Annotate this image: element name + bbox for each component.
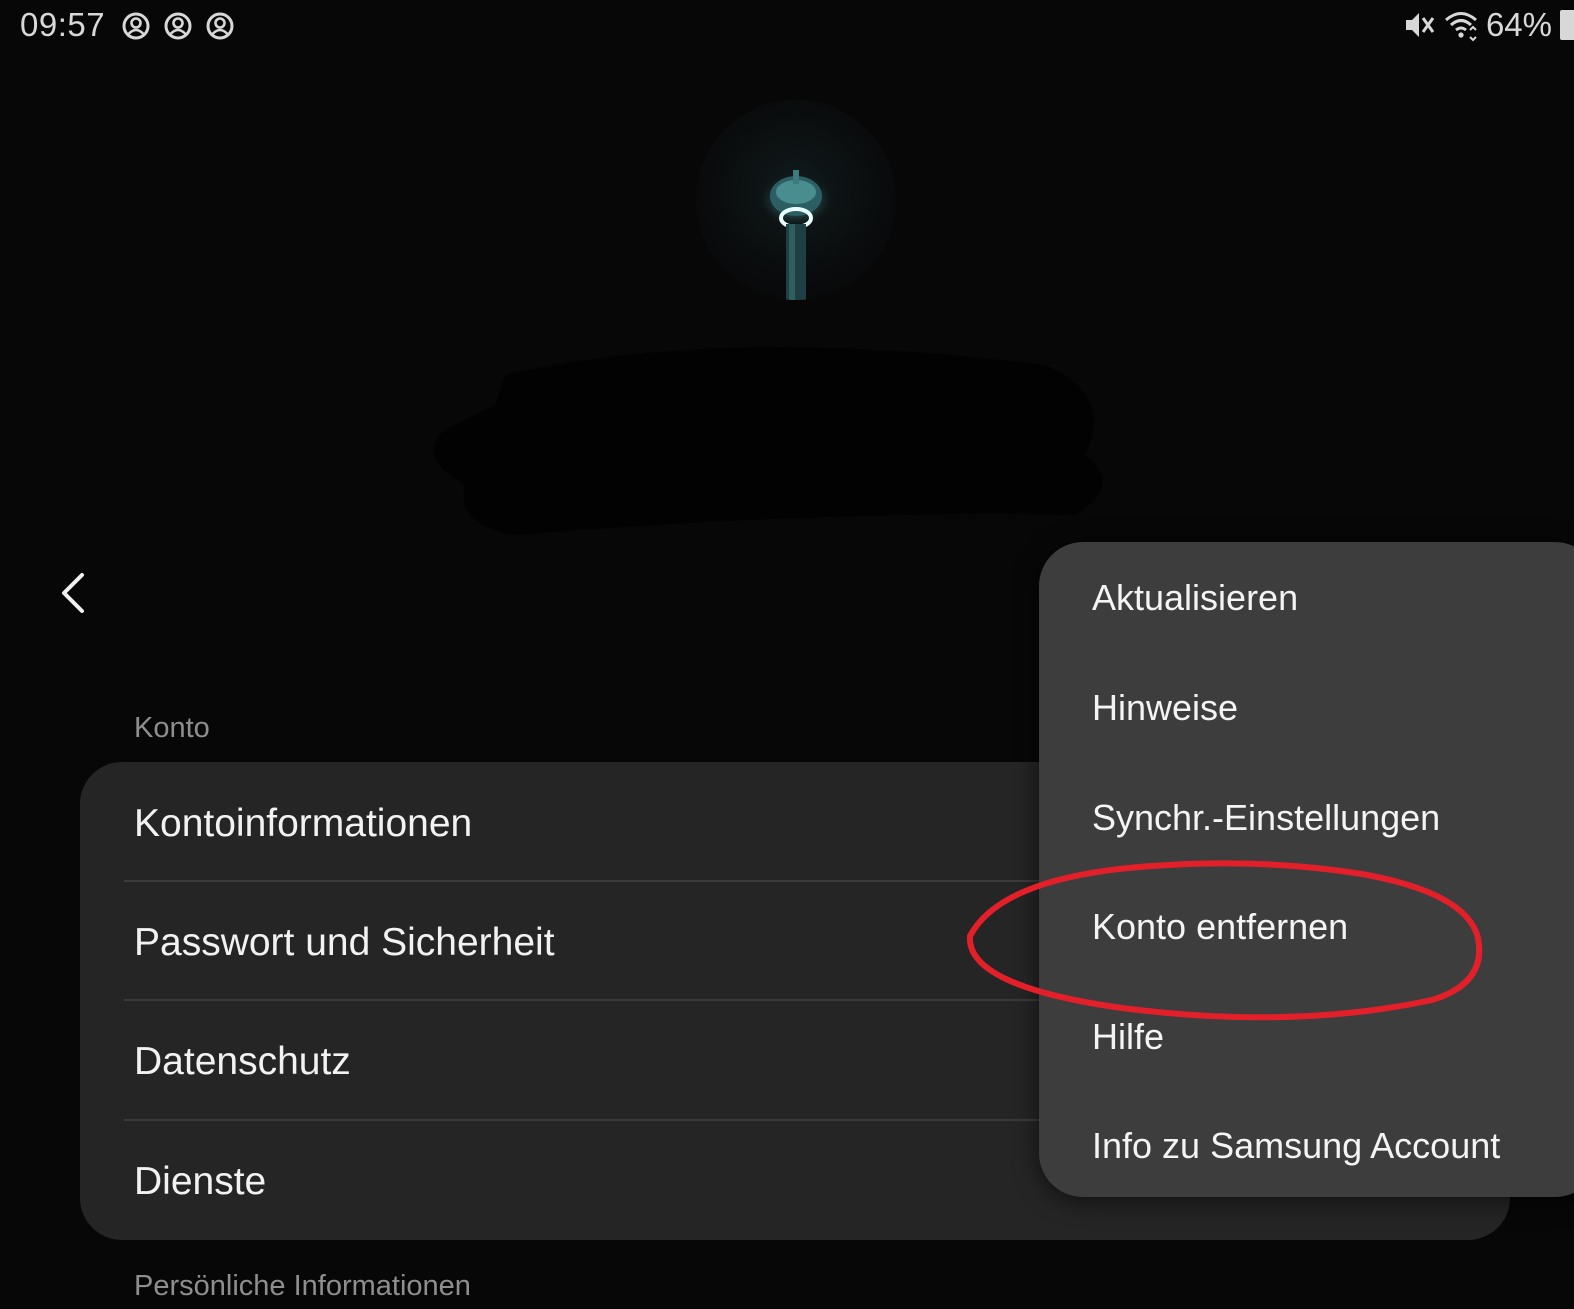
- battery-icon: [1560, 10, 1574, 40]
- menu-item-label: Hilfe: [1092, 1016, 1165, 1057]
- back-button[interactable]: [48, 565, 98, 621]
- vibrate-mute-icon: [1405, 13, 1435, 37]
- menu-item-label: Info zu Samsung Account: [1092, 1125, 1501, 1166]
- account-screen: 09:57 64% Konto Kontoinformationen Passw…: [0, 0, 1574, 1309]
- chevron-left-icon: [62, 573, 84, 613]
- status-time: 09:57: [20, 6, 106, 43]
- overflow-menu: Aktualisieren Hinweise Synchr.-Einstellu…: [1039, 542, 1574, 1197]
- battery-percent: 64%: [1485, 6, 1552, 43]
- list-item-label: Datenschutz: [134, 1039, 351, 1083]
- list-item-label: Passwort und Sicherheit: [134, 920, 555, 964]
- tv-tower-image: [760, 170, 832, 300]
- menu-item-remove-account[interactable]: Konto entfernen: [1092, 887, 1348, 967]
- redacted-name: [433, 347, 1103, 535]
- menu-item-aktualisieren[interactable]: Aktualisieren: [1092, 558, 1298, 638]
- account-circle-icon: [122, 12, 150, 40]
- menu-item-label: Konto entfernen: [1092, 906, 1349, 947]
- wifi-icon: [1444, 12, 1477, 42]
- notification-icons: [120, 10, 236, 42]
- menu-item-about[interactable]: Info zu Samsung Account: [1092, 1106, 1500, 1186]
- system-status: 64%: [1402, 6, 1574, 44]
- account-circle-icon: [164, 12, 192, 40]
- list-item-label: Dienste: [134, 1159, 267, 1203]
- list-item-label: Kontoinformationen: [134, 801, 473, 845]
- menu-item-label: Synchr.-Einstellungen: [1092, 797, 1441, 838]
- menu-item-label: Aktualisieren: [1092, 577, 1299, 618]
- menu-item-hilfe[interactable]: Hilfe: [1092, 997, 1164, 1077]
- menu-item-label: Hinweise: [1092, 687, 1239, 728]
- profile-avatar[interactable]: [696, 100, 896, 300]
- menu-item-sync-settings[interactable]: Synchr.-Einstellungen: [1092, 778, 1440, 858]
- section-label-personal: Persönliche Informationen: [134, 1270, 471, 1302]
- section-label-konto: Konto: [134, 712, 210, 744]
- account-circle-icon: [206, 12, 234, 40]
- menu-item-hinweise[interactable]: Hinweise: [1092, 668, 1238, 748]
